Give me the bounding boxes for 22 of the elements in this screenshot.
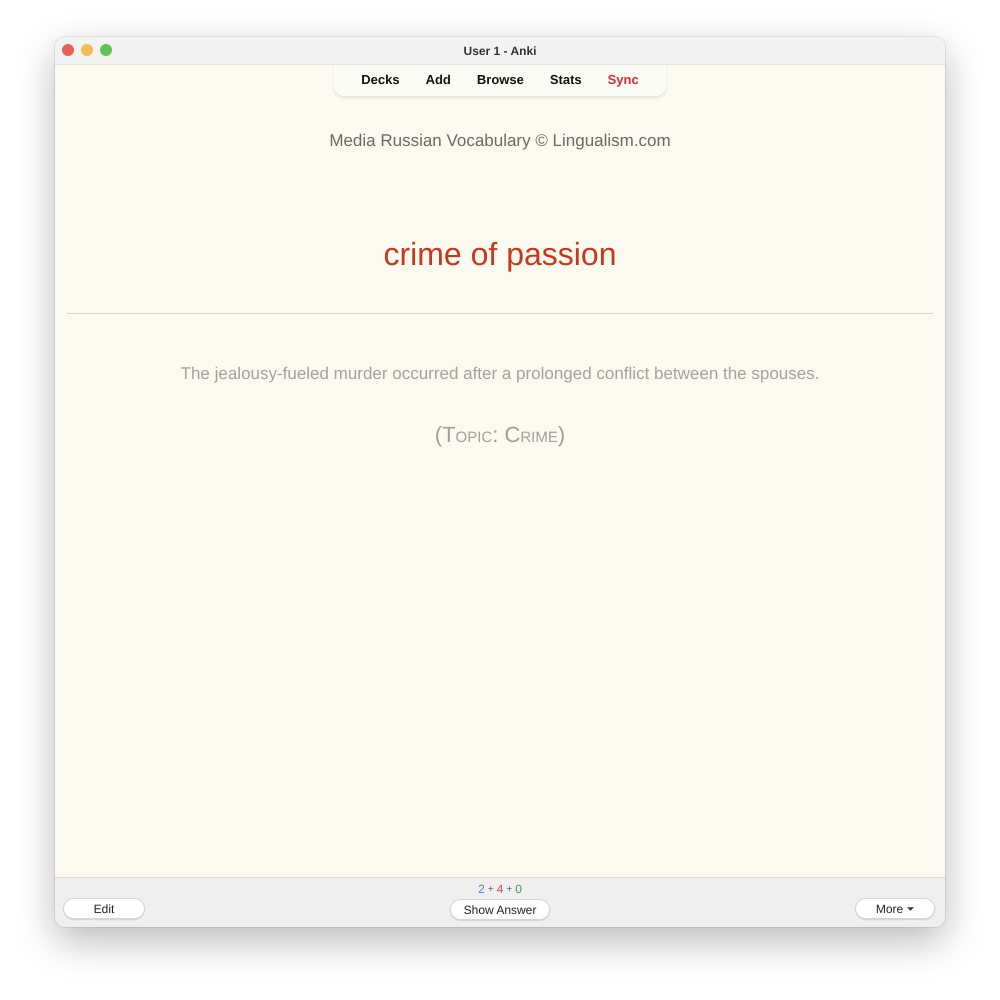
close-window-icon[interactable] bbox=[62, 44, 74, 56]
due-count: 4 bbox=[496, 883, 504, 896]
toolbar-link[interactable]: Browse bbox=[464, 69, 537, 90]
plus-sign: + bbox=[488, 883, 494, 896]
toolbar-link[interactable]: Sync bbox=[594, 69, 652, 90]
zoom-window-icon[interactable] bbox=[100, 44, 112, 56]
more-button[interactable]: More bbox=[855, 898, 935, 919]
deck-name: Media Russian Vocabulary © Lingualism.com bbox=[329, 131, 671, 151]
caret-icon bbox=[907, 906, 914, 910]
minimize-window-icon[interactable] bbox=[81, 44, 93, 56]
plus-sign: + bbox=[506, 883, 512, 896]
toolbar-link[interactable]: Decks bbox=[348, 69, 413, 90]
edit-button[interactable]: Edit bbox=[63, 898, 145, 919]
example-sentence: The jealousy-fueled murder occurred after a prolonged conflict between the spouses. bbox=[180, 364, 820, 384]
topic-label: (Topic: Crime) bbox=[434, 422, 566, 448]
toolbar-link[interactable]: Stats bbox=[536, 69, 595, 90]
window-title: User 1 - Anki bbox=[464, 44, 536, 58]
show-answer-button[interactable]: Show Answer bbox=[450, 899, 550, 920]
toolbar-link[interactable]: Add bbox=[412, 69, 464, 90]
card-front-text: crime of passion bbox=[384, 236, 616, 273]
due-count: 2 bbox=[478, 883, 485, 896]
due-count: 0 bbox=[515, 883, 522, 896]
